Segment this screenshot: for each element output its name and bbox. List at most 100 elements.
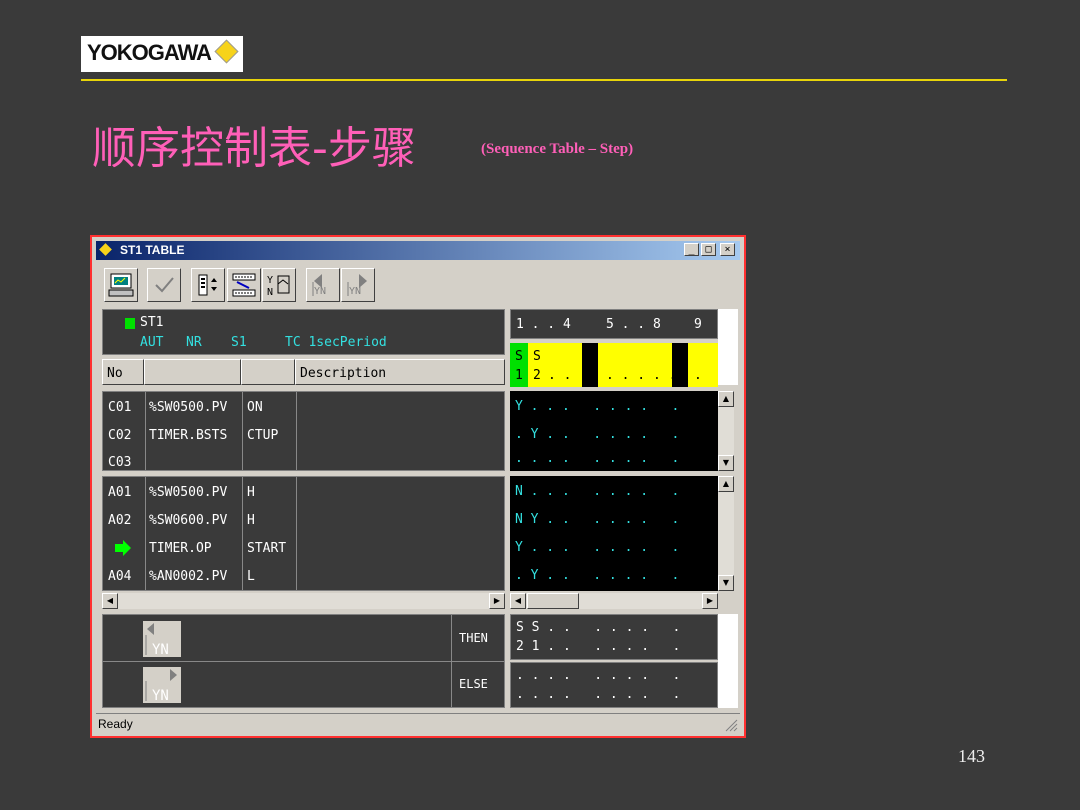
step-num-1: 1 xyxy=(515,368,523,383)
step-dots-2: . . . . . xyxy=(606,368,677,383)
step-separator-1 xyxy=(582,343,598,387)
action-tag: %AN0002.PV xyxy=(149,569,228,584)
check-icon xyxy=(155,277,174,293)
scroll-down-icon[interactable]: ▼ xyxy=(718,575,734,591)
current-row-arrow-icon xyxy=(115,540,131,556)
conditions-scrollbar[interactable]: ▲ ▼ xyxy=(718,391,734,471)
action-no: A01 xyxy=(108,485,132,500)
actions-scrollbar[interactable]: ▲ ▼ xyxy=(718,476,734,591)
slide-subtitle: (Sequence Table – Step) xyxy=(481,141,634,157)
svg-text:Y: Y xyxy=(267,275,273,286)
status-indicator xyxy=(125,318,135,329)
resize-grip-icon[interactable] xyxy=(724,718,738,732)
window-title: ST1 TABLE xyxy=(120,243,185,257)
minimize-button[interactable]: _ xyxy=(684,243,699,256)
step-row: S S 1 2 . . . . . . . . xyxy=(510,343,718,387)
rule-group-2: 5 . . 8 xyxy=(606,317,661,332)
step-s-2: S xyxy=(533,349,541,364)
scroll-up-icon[interactable]: ▲ xyxy=(718,391,734,407)
logo-diamond-icon xyxy=(214,39,239,64)
then-prev-button[interactable]: YN xyxy=(143,621,181,658)
then-rule-row[interactable]: S S . . . . . . . xyxy=(516,620,680,635)
scroll-thumb[interactable] xyxy=(527,593,579,609)
action-rule-row[interactable]: N Y . . . . . . . xyxy=(515,512,679,527)
yn-branch-icon: Y N xyxy=(267,275,290,298)
step-select-button[interactable] xyxy=(191,268,225,302)
then-label: THEN xyxy=(459,631,488,645)
then-rules-grid: S S . . . . . . . 2 1 . . . . . . . xyxy=(510,614,718,660)
flow-button[interactable] xyxy=(227,268,261,302)
slide-title: 顺序控制表-步骤 xyxy=(92,123,416,174)
step-dots-1: . . xyxy=(548,368,572,383)
condition-rule-row[interactable]: . Y . . . . . . . xyxy=(515,427,679,442)
svg-text:YN: YN xyxy=(152,688,169,703)
action-tag: %SW0500.PV xyxy=(149,485,228,500)
monitor-icon xyxy=(108,273,134,297)
monitor-button[interactable] xyxy=(104,268,138,302)
close-button[interactable]: × xyxy=(720,243,735,256)
st1-table-window: ST1 TABLE _ □ × Y N YN YN ST1 AUT NR S1 … xyxy=(90,235,746,738)
svg-text:N: N xyxy=(267,287,273,298)
left-horizontal-scrollbar[interactable]: ◀ ▶ xyxy=(102,593,505,609)
action-value: H xyxy=(247,485,255,500)
next-yn-label: YN xyxy=(349,286,362,297)
scroll-up-icon[interactable]: ▲ xyxy=(718,476,734,492)
else-rule-row[interactable]: . . . . . . . . . xyxy=(516,687,680,702)
rule-header-filler xyxy=(718,309,738,385)
column-header-tag[interactable] xyxy=(144,359,241,385)
window-titlebar[interactable]: ST1 TABLE _ □ × xyxy=(96,241,740,260)
scroll-left-icon[interactable]: ◀ xyxy=(102,593,118,609)
else-rule-row[interactable]: . . . . . . . . . xyxy=(516,668,680,683)
rule-number-header: 1 . . 4 5 . . 8 9 xyxy=(510,309,718,339)
action-no: A02 xyxy=(108,513,132,528)
maximize-button[interactable]: □ xyxy=(701,243,716,256)
actions-panel: A01 %SW0500.PV H A02 %SW0600.PV H TIMER.… xyxy=(102,476,505,591)
then-else-panel: YN YN THEN ELSE xyxy=(102,614,505,708)
tag-info-panel: ST1 AUT NR S1 TC 1secPeriod xyxy=(102,309,505,355)
column-header-description[interactable]: Description xyxy=(295,359,505,385)
scroll-right-icon[interactable]: ▶ xyxy=(489,593,505,609)
mode-label: AUT xyxy=(140,335,164,350)
action-rule-row[interactable]: . Y . . . . . . . xyxy=(515,568,679,583)
check-button[interactable] xyxy=(147,268,181,302)
scroll-right-icon[interactable]: ▶ xyxy=(702,593,718,609)
action-tag: TIMER.OP xyxy=(149,541,212,556)
action-rule-row[interactable]: N . . . . . . . . xyxy=(515,484,679,499)
condition-rule-row[interactable]: . . . . . . . . . xyxy=(515,451,679,466)
rule-group-1: 1 . . 4 xyxy=(516,317,571,332)
condition-rule-row[interactable]: Y . . . . . . . . xyxy=(515,399,679,414)
step-select-icon xyxy=(198,274,217,296)
prev-yn-label: YN xyxy=(314,286,327,297)
scroll-down-icon[interactable]: ▼ xyxy=(718,455,734,471)
action-no: A04 xyxy=(108,569,132,584)
condition-no: C01 xyxy=(108,400,132,415)
condition-no: C02 xyxy=(108,428,132,443)
condition-no: C03 xyxy=(108,455,132,470)
action-value: START xyxy=(247,541,287,556)
tag-name: ST1 xyxy=(140,315,164,330)
step-s-1: S xyxy=(515,349,523,364)
conditions-panel: C01 %SW0500.PV ON C02 TIMER.BSTS CTUP C0… xyxy=(102,391,505,471)
next-yn-button[interactable]: YN xyxy=(341,268,375,302)
logo-text: YOKOGAWA xyxy=(87,40,212,65)
header-divider xyxy=(81,79,1007,81)
page-number: 143 xyxy=(958,746,985,766)
right-horizontal-scrollbar[interactable]: ◀ ▶ xyxy=(510,593,718,609)
then-rule-row[interactable]: 2 1 . . . . . . . xyxy=(516,639,680,654)
else-next-button[interactable]: YN xyxy=(143,667,181,704)
rule-group-3: 9 xyxy=(694,317,702,332)
prev-yn-button[interactable]: YN xyxy=(306,268,340,302)
flow-icon xyxy=(232,273,256,297)
action-value: L xyxy=(247,569,255,584)
column-header-no[interactable]: No xyxy=(102,359,144,385)
yn-branch-button[interactable]: Y N xyxy=(262,268,296,302)
prev-yn-icon: YN xyxy=(145,623,169,658)
yokogawa-logo: YOKOGAWA xyxy=(81,36,243,72)
condition-tag: TIMER.BSTS xyxy=(149,428,228,443)
svg-text:YN: YN xyxy=(152,642,169,657)
timing-label: TC 1secPeriod xyxy=(285,335,387,350)
action-rule-row[interactable]: Y . . . . . . . . xyxy=(515,540,679,555)
scroll-left-icon[interactable]: ◀ xyxy=(510,593,526,609)
column-header-action[interactable] xyxy=(241,359,295,385)
step-num-2: 2 xyxy=(533,368,541,383)
